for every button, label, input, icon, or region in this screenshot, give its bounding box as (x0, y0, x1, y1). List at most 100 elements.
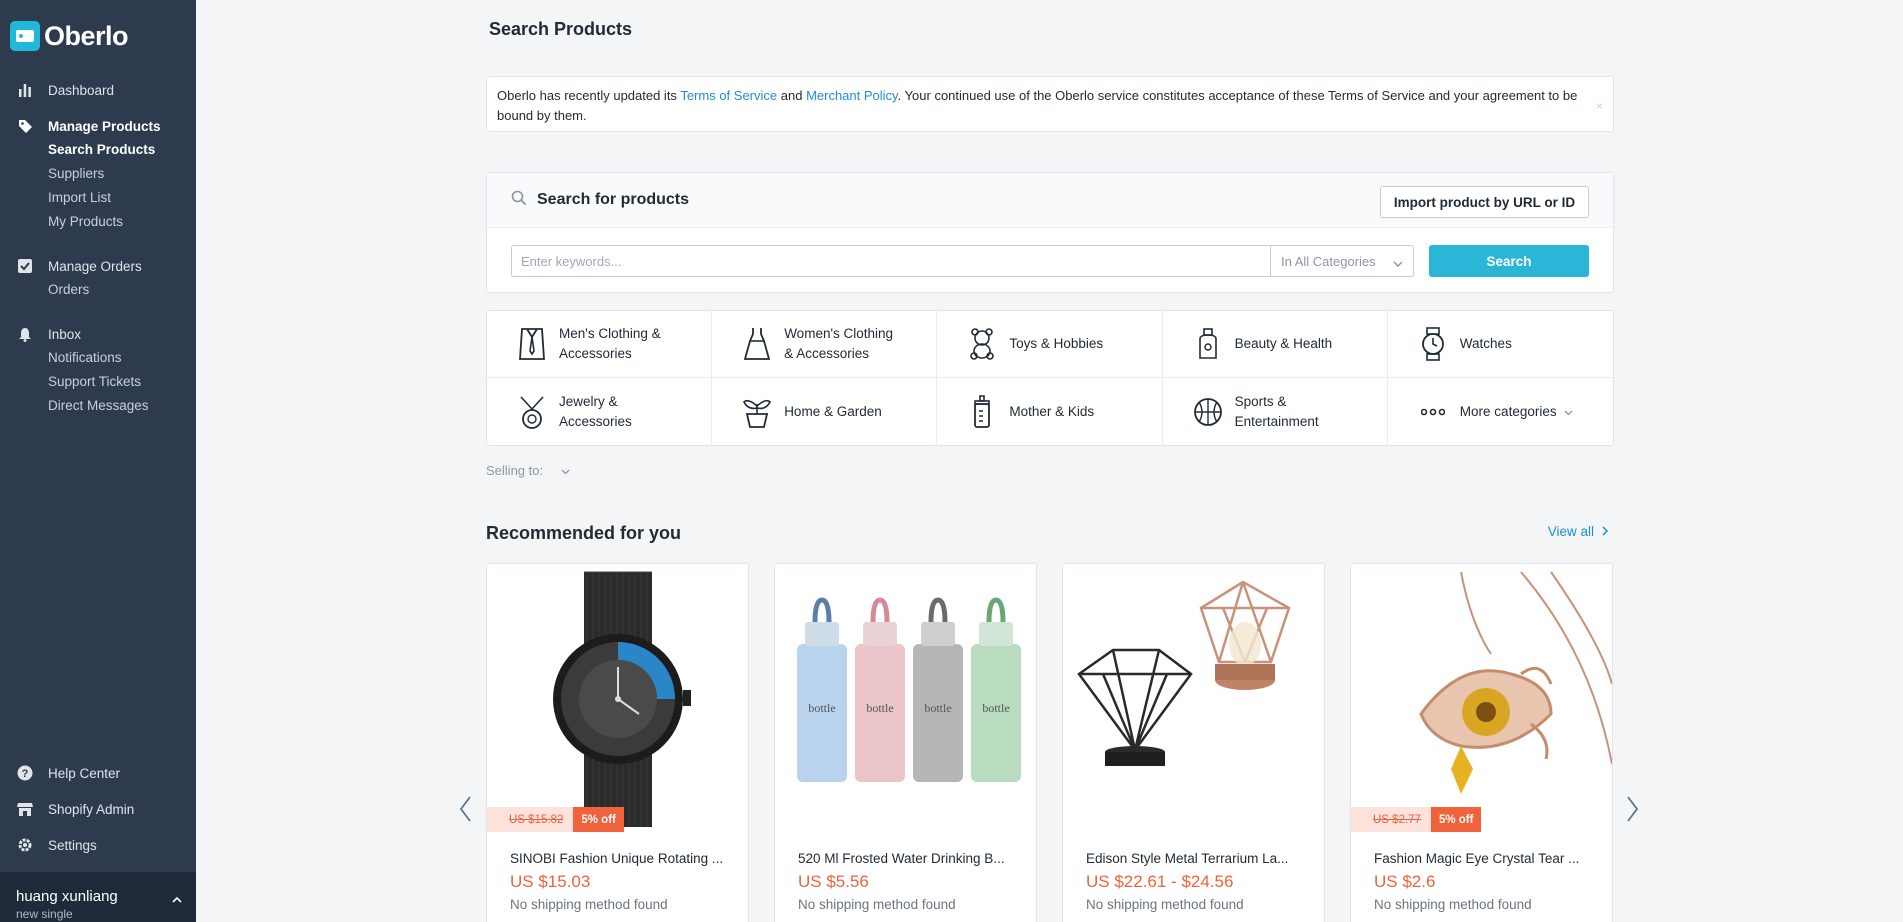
chevron-down-icon (1564, 403, 1573, 421)
svg-text:bottle: bottle (982, 701, 1009, 715)
user-menu[interactable]: huang xunliang new single (0, 872, 196, 922)
category-select-value: In All Categories (1281, 253, 1376, 269)
perfume-icon (1193, 326, 1223, 362)
category-mother-kids[interactable]: Mother & Kids (937, 378, 1163, 445)
recommended-title: Recommended for you (486, 523, 682, 543)
category-watches[interactable]: Watches (1387, 311, 1613, 378)
category-more[interactable]: More categories (1388, 378, 1613, 445)
chevron-down-icon (1393, 256, 1403, 271)
sidebar-item-label: Dashboard (48, 82, 115, 98)
category-home-garden[interactable]: Home & Garden (712, 378, 938, 445)
svg-text:bottle: bottle (924, 701, 951, 715)
chevron-up-icon (172, 890, 182, 908)
shipping-info: No shipping method found (1086, 897, 1244, 912)
chevron-right-icon (1627, 795, 1639, 827)
tag-icon (17, 118, 33, 134)
category-mens-clothing[interactable]: Men's Clothing & Accessories (487, 311, 713, 378)
store-icon (17, 801, 33, 817)
sidebar-sub-orders[interactable]: Orders (0, 278, 196, 302)
category-grid: Men's Clothing & Accessories Women's Clo… (486, 310, 1614, 446)
product-price: US $15.03 (510, 872, 591, 891)
product-title[interactable]: Fashion Magic Eye Crystal Tear ... (1374, 851, 1579, 866)
merchant-policy-link[interactable]: Merchant Policy (806, 88, 898, 103)
category-sports[interactable]: Sports & Entertainment (1163, 378, 1388, 445)
help-icon: ? (17, 765, 33, 781)
category-select[interactable]: In All Categories (1270, 245, 1414, 277)
product-card[interactable]: bottle bottle bottle bottle 520 Ml Frost… (774, 563, 1037, 922)
product-search-panel: Search for products Import product by UR… (486, 172, 1614, 293)
close-icon[interactable]: × (1596, 96, 1603, 116)
discount-badge: US $2.77 5% off (1351, 807, 1482, 832)
chevron-right-icon (1602, 524, 1609, 539)
product-title[interactable]: 520 Ml Frosted Water Drinking B... (798, 851, 1005, 866)
page-title: Search Products (489, 19, 633, 39)
view-all-link[interactable]: View all (1548, 524, 1609, 539)
notice-text: and (777, 88, 807, 103)
sidebar-sub-notifications[interactable]: Notifications (0, 346, 196, 370)
gear-icon (17, 837, 33, 853)
sidebar-item-settings[interactable]: Settings (0, 827, 196, 863)
category-jewelry[interactable]: Jewelry & Accessories (487, 378, 713, 445)
shipping-info: No shipping method found (510, 897, 668, 912)
sidebar-sub-search-products[interactable]: Search Products (0, 138, 196, 162)
search-icon (511, 190, 527, 211)
terms-of-service-link[interactable]: Terms of Service (680, 88, 777, 103)
terms-notice: Oberlo has recently updated its Terms of… (486, 76, 1614, 132)
oberlo-logo[interactable]: Oberlo (10, 20, 129, 52)
category-toys-hobbies[interactable]: Toys & Hobbies (937, 311, 1163, 378)
basketball-icon (1193, 394, 1223, 430)
category-label: Men's Clothing & Accessories (559, 326, 661, 361)
sidebar-item-help-center[interactable]: ? Help Center (0, 755, 196, 791)
svg-text:?: ? (22, 768, 29, 780)
sidebar-item-label: Manage Products (48, 118, 161, 134)
search-panel-title: Search for products (537, 191, 690, 208)
keyword-search-input[interactable] (511, 245, 1270, 277)
sidebar-sub-support-tickets[interactable]: Support Tickets (0, 370, 196, 394)
sidebar-item-label: Inbox (48, 326, 82, 342)
shipping-info: No shipping method found (1374, 897, 1532, 912)
shipping-info: No shipping method found (798, 897, 956, 912)
selling-to-label: Selling to: (486, 463, 544, 478)
search-button[interactable]: Search (1429, 245, 1589, 277)
category-womens-clothing[interactable]: Women's Clothing & Accessories (712, 311, 938, 378)
category-label: Watches (1459, 336, 1512, 351)
sidebar-sub-direct-messages[interactable]: Direct Messages (0, 394, 196, 418)
import-by-url-button[interactable]: Import product by URL or ID (1380, 186, 1589, 218)
product-title[interactable]: Edison Style Metal Terrarium La... (1086, 851, 1288, 866)
sidebar-sub-my-products[interactable]: My Products (0, 210, 196, 234)
sidebar-sub-import-list[interactable]: Import List (0, 186, 196, 210)
sidebar-sub-suppliers[interactable]: Suppliers (0, 162, 196, 186)
product-image-lamps (1063, 564, 1324, 827)
search-row: In All Categories (511, 245, 1414, 277)
dress-icon (742, 326, 772, 362)
product-card[interactable]: US $15.82 5% off SINOBI Fashion Unique R… (486, 563, 749, 922)
sidebar-bottom-nav: ? Help Center Shopify Admin Settings (0, 755, 196, 863)
category-label: Jewelry & Accessories (559, 393, 632, 429)
sidebar-item-dashboard[interactable]: Dashboard (0, 78, 196, 102)
category-label: More categories (1459, 403, 1557, 419)
product-image-bottles: bottle bottle bottle bottle (775, 564, 1036, 827)
carousel-next-button[interactable] (1623, 795, 1643, 827)
sidebar-item-manage-orders[interactable]: Manage Orders (0, 254, 196, 278)
sidebar-item-inbox[interactable]: Inbox (0, 322, 196, 346)
product-title[interactable]: SINOBI Fashion Unique Rotating ... (510, 851, 723, 866)
old-price: US $2.77 (1351, 807, 1431, 832)
recommended-products: US $15.82 5% off SINOBI Fashion Unique R… (486, 563, 1614, 922)
product-card[interactable]: US $2.77 5% off Fashion Magic Eye Crysta… (1350, 563, 1613, 922)
shirt-tie-icon (517, 326, 547, 362)
sidebar-item-shopify-admin[interactable]: Shopify Admin (0, 791, 196, 827)
product-price: US $22.61 - $24.56 (1086, 872, 1234, 891)
notice-text: Oberlo has recently updated its (497, 88, 681, 103)
nav-group-manage-products: Manage Products Search Products Supplier… (0, 114, 196, 234)
user-plan: new single (16, 907, 73, 921)
product-card[interactable]: Edison Style Metal Terrarium La... US $2… (1062, 563, 1325, 922)
category-label: Beauty & Health (1234, 336, 1333, 351)
carousel-prev-button[interactable] (455, 795, 475, 826)
category-beauty-health[interactable]: Beauty & Health (1162, 311, 1388, 378)
sidebar-item-label: Settings (48, 837, 97, 853)
product-price: US $5.56 (798, 872, 869, 891)
more-icon (1418, 394, 1448, 430)
sidebar-item-label: Help Center (48, 765, 121, 781)
selling-to-selector[interactable]: Selling to: (486, 463, 570, 478)
sidebar-item-manage-products[interactable]: Manage Products (0, 114, 196, 138)
